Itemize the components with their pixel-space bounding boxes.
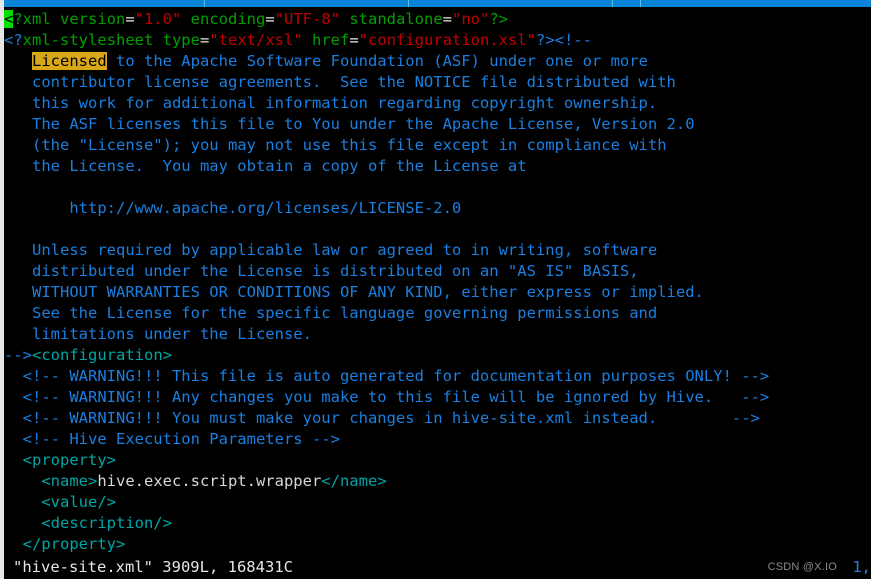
editor-line[interactable]: <value/>: [4, 492, 871, 513]
terminal-window: <?xml version="1.0" encoding="UTF-8" sta…: [0, 0, 871, 579]
editor-line[interactable]: <description/>: [4, 513, 871, 534]
code-token: <name>: [4, 472, 98, 490]
code-token: "configuration.xsl": [358, 31, 536, 49]
code-token: "text/xsl": [209, 31, 303, 49]
code-token: distributed under the License is distrib…: [4, 262, 639, 280]
code-token: =: [442, 10, 453, 28]
editor-line[interactable]: <name>hive.exec.script.wrapper</name>: [4, 471, 871, 492]
code-token: </property>: [4, 535, 126, 553]
code-token: this work for additional information reg…: [4, 94, 658, 112]
code-token: </name>: [321, 472, 387, 490]
editor-line[interactable]: </property>: [4, 534, 871, 555]
code-token: =: [349, 31, 359, 49]
csdn-watermark: CSDN @X.IO: [767, 561, 837, 573]
code-token: xml-stylesheet type: [22, 31, 200, 49]
vim-status-line: "hive-site.xml" 3909L, 168431C 1,: [8, 555, 871, 579]
editor-line[interactable]: <?xml version="1.0" encoding="UTF-8" sta…: [4, 9, 871, 30]
code-token: -->: [4, 346, 32, 364]
code-token: http://www.apache.org/licenses/LICENSE-2…: [4, 199, 462, 217]
terminal-body[interactable]: <?xml version="1.0" encoding="UTF-8" sta…: [4, 7, 871, 579]
code-token: The ASF licenses this file to You under …: [4, 115, 695, 133]
code-token: contributor license agreements. See the …: [4, 73, 676, 91]
tab-divider: [408, 0, 409, 7]
tab-divider: [640, 0, 641, 7]
code-token: =: [199, 31, 210, 49]
code-token: "1.0": [134, 10, 182, 28]
code-token: standalone: [340, 10, 443, 28]
editor-line[interactable]: the License. You may obtain a copy of th…: [4, 156, 871, 177]
tab-divider: [612, 0, 613, 7]
code-token: <description/>: [4, 514, 172, 532]
editor-line[interactable]: this work for additional information reg…: [4, 93, 871, 114]
editor-line[interactable]: [4, 219, 871, 240]
editor-line[interactable]: Licensed to the Apache Software Foundati…: [4, 51, 871, 72]
code-token: "no": [452, 10, 490, 28]
code-token: limitations under the License.: [4, 325, 312, 343]
code-token: <?: [4, 31, 23, 49]
code-token: <!-- WARNING!!! Any changes you make to …: [4, 388, 770, 406]
code-token: ?xml version: [13, 10, 126, 28]
tab-divider: [204, 0, 205, 7]
editor-line[interactable]: WITHOUT WARRANTIES OR CONDITIONS OF ANY …: [4, 282, 871, 303]
status-ruler: 1,: [852, 558, 871, 576]
editor-line[interactable]: http://www.apache.org/licenses/LICENSE-2…: [4, 198, 871, 219]
editor-line[interactable]: Unless required by applicable law or agr…: [4, 240, 871, 261]
editor-text-area[interactable]: <?xml version="1.0" encoding="UTF-8" sta…: [4, 9, 871, 555]
code-token: ?>: [535, 31, 555, 49]
code-token: <!-- Hive Execution Parameters -->: [4, 430, 340, 448]
editor-line[interactable]: contributor license agreements. See the …: [4, 72, 871, 93]
code-token: =: [125, 10, 135, 28]
editor-line[interactable]: limitations under the License.: [4, 324, 871, 345]
code-token: See the License for the specific languag…: [4, 304, 658, 322]
editor-line[interactable]: <!-- WARNING!!! You must make your chang…: [4, 408, 871, 429]
editor-line[interactable]: <!-- Hive Execution Parameters -->: [4, 429, 871, 450]
code-token: to the Apache Software Foundation (ASF) …: [106, 52, 648, 70]
code-token: the License. You may obtain a copy of th…: [4, 157, 527, 175]
code-token: (the "License"); you may not use this fi…: [4, 136, 667, 154]
code-token: Unless required by applicable law or agr…: [4, 241, 658, 259]
code-token: <!--: [554, 31, 592, 49]
code-token: ?>: [489, 10, 509, 28]
code-token: hive.exec.script.wrapper: [97, 472, 322, 490]
background-window-sliver: [0, 0, 4, 579]
code-token: <: [4, 10, 14, 28]
editor-line[interactable]: [4, 177, 871, 198]
editor-line[interactable]: See the License for the specific languag…: [4, 303, 871, 324]
code-token: <value/>: [4, 493, 116, 511]
code-token: <property>: [4, 451, 116, 469]
status-file-info: "hive-site.xml" 3909L, 168431C: [13, 558, 293, 576]
code-token: Licensed: [32, 52, 107, 70]
editor-line[interactable]: <!-- WARNING!!! Any changes you make to …: [4, 387, 871, 408]
code-token: encoding: [181, 10, 266, 28]
code-token: WITHOUT WARRANTIES OR CONDITIONS OF ANY …: [4, 283, 704, 301]
editor-line[interactable]: (the "License"); you may not use this fi…: [4, 135, 871, 156]
editor-line[interactable]: <property>: [4, 450, 871, 471]
code-token: "UTF-8": [274, 10, 341, 28]
editor-line[interactable]: The ASF licenses this file to You under …: [4, 114, 871, 135]
editor-line[interactable]: --><configuration>: [4, 345, 871, 366]
editor-line[interactable]: <!-- WARNING!!! This file is auto genera…: [4, 366, 871, 387]
editor-line[interactable]: <?xml-stylesheet type="text/xsl" href="c…: [4, 30, 871, 51]
code-token: <!-- WARNING!!! This file is auto genera…: [4, 367, 770, 385]
code-token: <configuration>: [32, 346, 172, 364]
code-token: href: [302, 31, 350, 49]
code-token: <!-- WARNING!!! You must make your chang…: [4, 409, 760, 427]
code-token: =: [265, 10, 275, 28]
editor-line[interactable]: distributed under the License is distrib…: [4, 261, 871, 282]
terminal-titlebar[interactable]: [4, 0, 871, 7]
